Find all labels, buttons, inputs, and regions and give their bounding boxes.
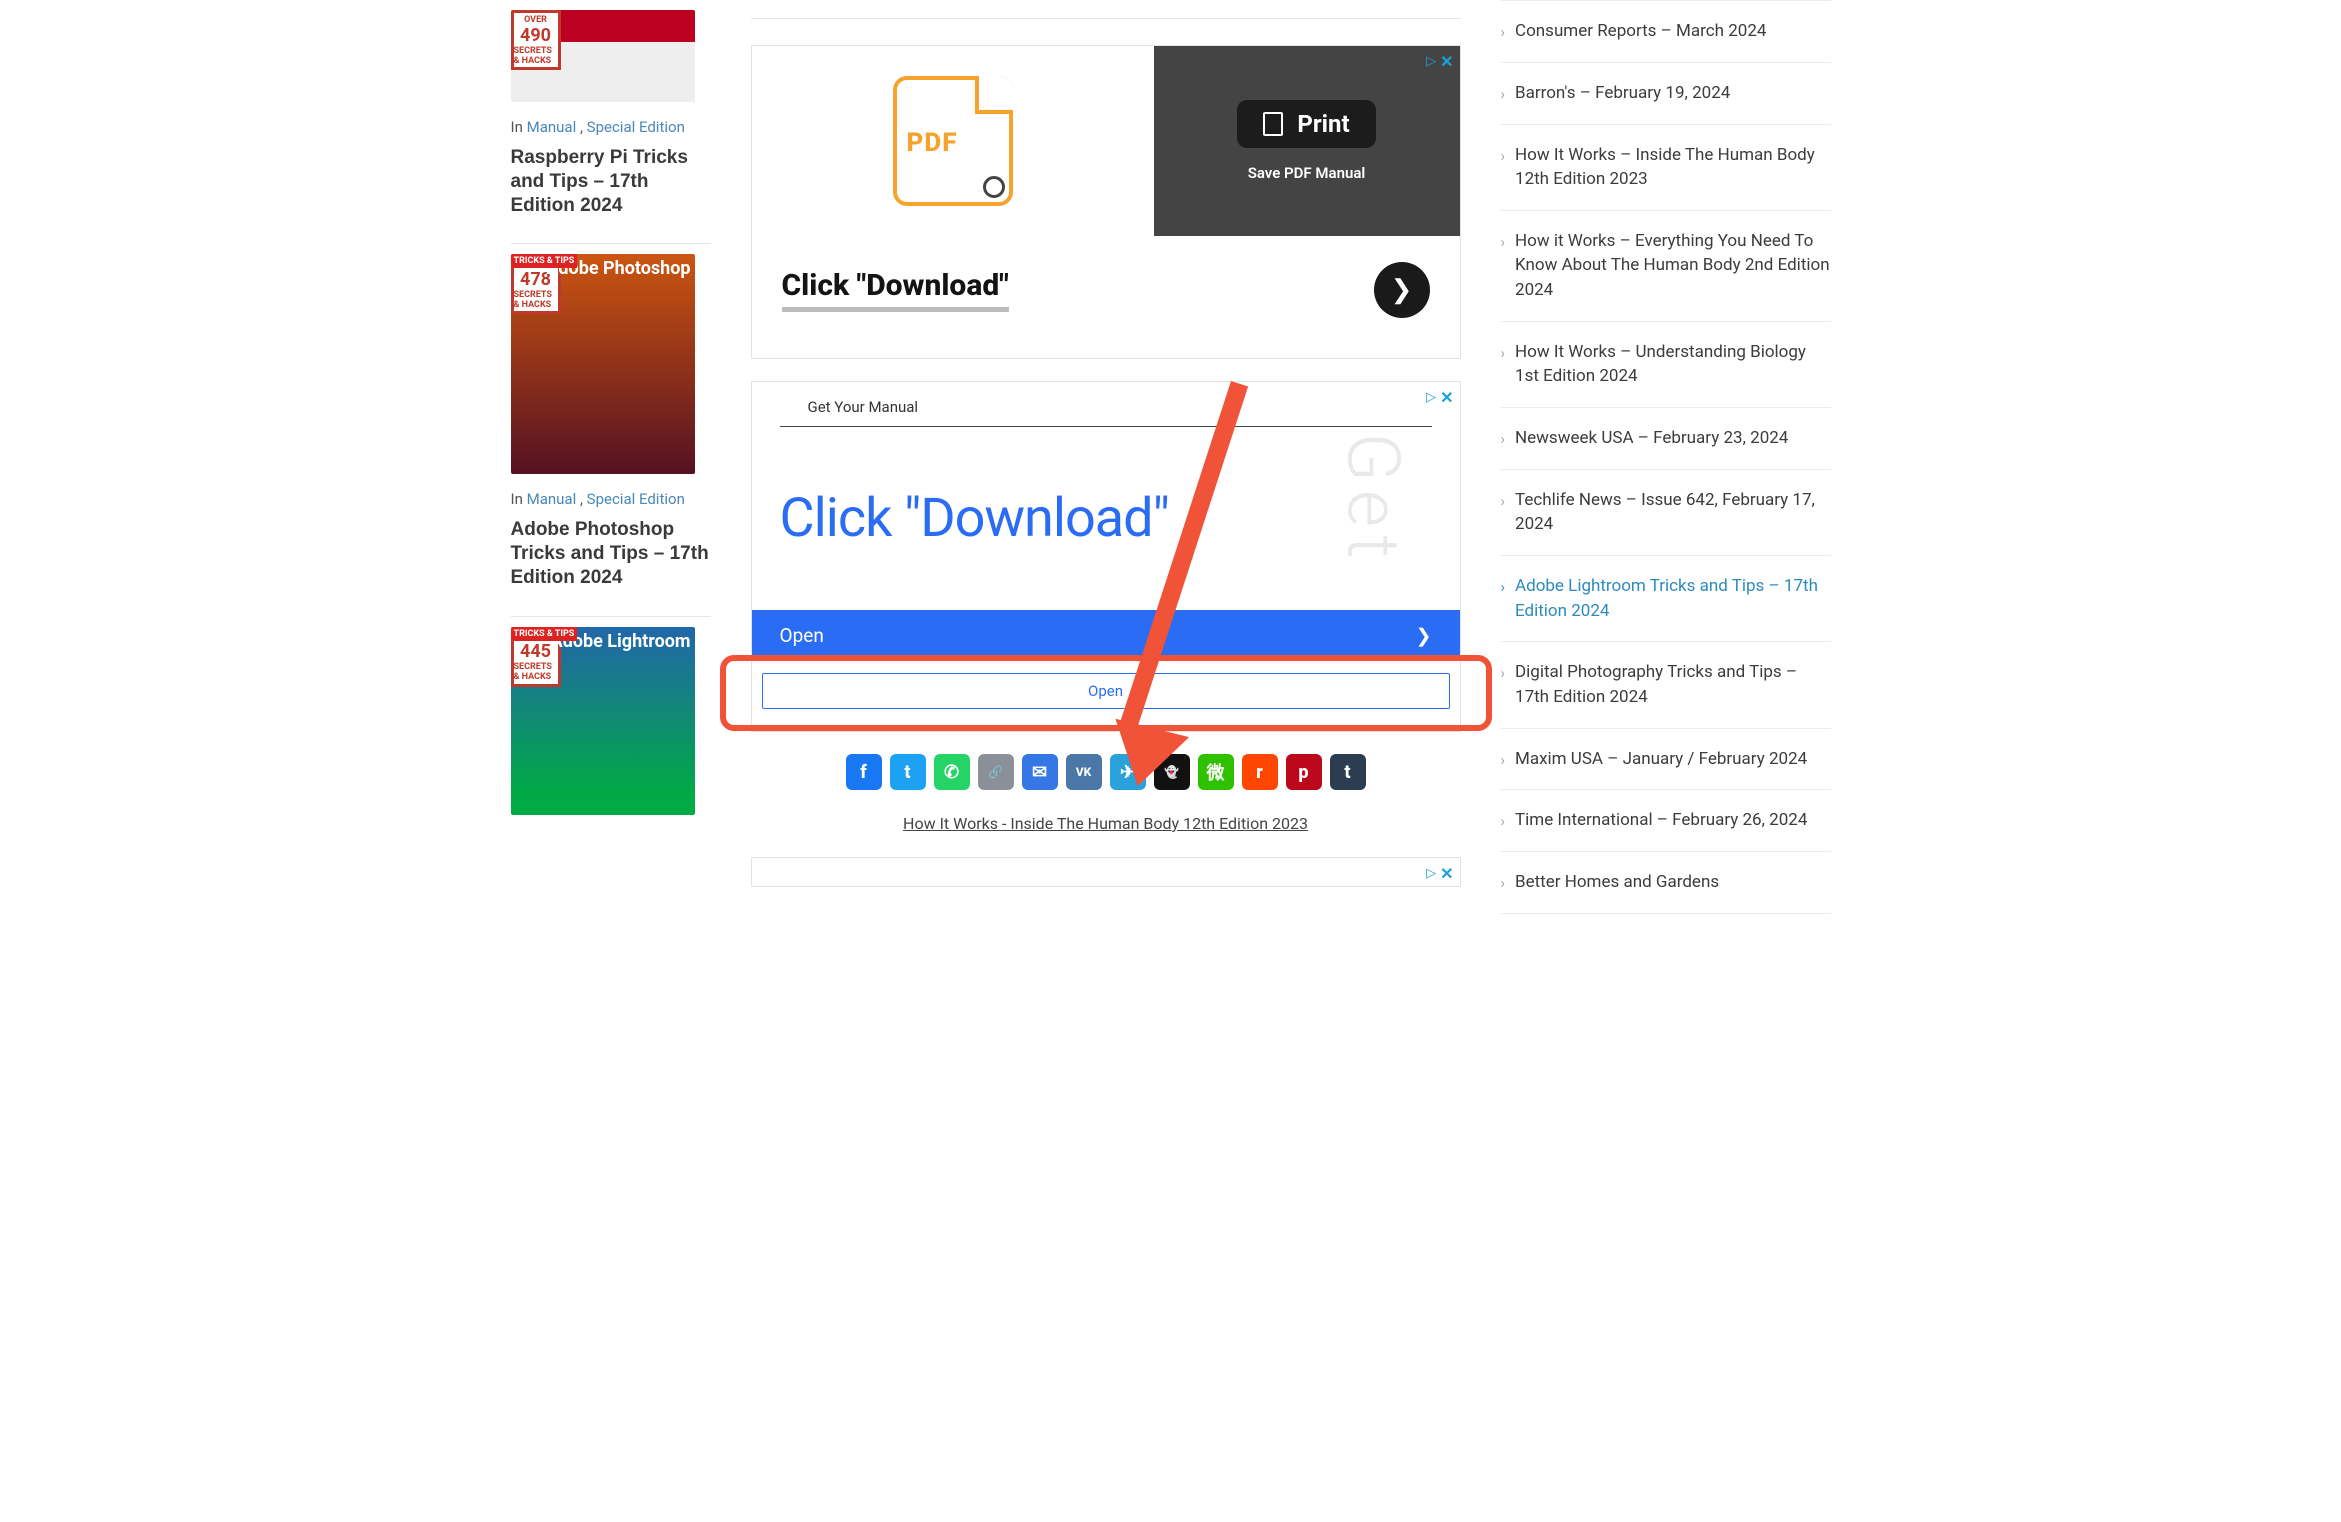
ad-big-text: Click "Download" — [780, 487, 1169, 550]
recent-post-item[interactable]: › Maxim USA – January / February 2024 — [1501, 729, 1831, 791]
recent-post-item[interactable]: › Consumer Reports – March 2024 — [1501, 0, 1831, 63]
print-button[interactable]: Print — [1237, 100, 1375, 148]
recent-post-label: Better Homes and Gardens — [1515, 870, 1830, 895]
related-card: OVER 490 SECRETS & HACKS In Manual , Spe… — [511, 10, 711, 244]
under-link[interactable]: How It Works - Inside The Human Body 12t… — [903, 814, 1308, 833]
snapchat-icon[interactable]: 👻 — [1154, 754, 1190, 790]
divider — [751, 18, 1461, 19]
right-sidebar: › Consumer Reports – March 2024 › Barron's … — [1501, 0, 1831, 914]
recent-post-label: Time International – February 26, 2024 — [1515, 808, 1830, 833]
chevron-right-icon: › — [1501, 491, 1506, 537]
refresh-icon — [983, 176, 1005, 198]
recent-posts-list: › Consumer Reports – March 2024 › Barron's … — [1501, 0, 1831, 914]
recent-post-label: How it Works – Everything You Need To Kn… — [1515, 229, 1830, 303]
magazine-thumb[interactable]: OVER 478 SECRETS & HACKS Adobe Photoshop… — [511, 254, 695, 474]
open-button[interactable]: Open — [762, 673, 1450, 709]
left-sidebar: OVER 490 SECRETS & HACKS In Manual , Spe… — [511, 0, 711, 914]
reddit-icon[interactable]: r — [1242, 754, 1278, 790]
secrets-badge: OVER 490 SECRETS & HACKS — [511, 10, 561, 70]
open-bar[interactable]: Open ❯ — [752, 610, 1460, 661]
chevron-right-icon: › — [1501, 84, 1506, 106]
twitter-icon[interactable]: t — [890, 754, 926, 790]
recent-post-item[interactable]: ›Techlife News – Issue 642, February 17,… — [1501, 470, 1831, 556]
messenger-icon[interactable]: ✉ — [1022, 754, 1058, 790]
ad-cta-text[interactable]: Click "Download" — [782, 268, 1009, 312]
related-card: OVER 445 SECRETS & HACKS Adobe Lightroom… — [511, 627, 711, 815]
chevron-right-icon: › — [1501, 873, 1506, 895]
whatsapp-icon[interactable]: ✆ — [934, 754, 970, 790]
vk-icon[interactable]: VK — [1066, 754, 1102, 790]
telegram-icon[interactable]: ✈ — [1110, 754, 1146, 790]
link-icon[interactable]: 🔗 — [978, 754, 1014, 790]
post-title-link[interactable]: Raspberry Pi Tricks and Tips – 17th Edit… — [511, 147, 688, 216]
highlighted-open-region: Open — [720, 655, 1492, 731]
close-ad-icon[interactable]: ✕ — [1440, 388, 1453, 407]
category-link-special[interactable]: Special Edition — [587, 118, 685, 136]
ad-unit-3: ▷ ✕ — [751, 857, 1461, 887]
close-ad-icon[interactable]: ✕ — [1440, 52, 1453, 71]
recent-post-label: Barron's – February 19, 2024 — [1515, 81, 1830, 106]
recent-post-item[interactable]: › Time International – February 26, 2024 — [1501, 790, 1831, 852]
facebook-icon[interactable]: f — [846, 754, 882, 790]
chevron-right-icon: › — [1501, 22, 1506, 44]
recent-post-item[interactable]: › Newsweek USA – February 23, 2024 — [1501, 408, 1831, 470]
recent-post-label: Newsweek USA – February 23, 2024 — [1515, 426, 1830, 451]
pinterest-icon[interactable]: p — [1286, 754, 1322, 790]
chevron-right-icon: › — [1501, 429, 1506, 451]
recent-post-item[interactable]: ›How It Works – Understanding Biology 1s… — [1501, 322, 1831, 408]
pdf-file-icon: PDF — [893, 76, 1013, 206]
ad-unit-2: ▷ ✕ Get Your Manual Get Click "Download"… — [751, 381, 1461, 732]
recent-post-label: Adobe Lightroom Tricks and Tips – 17th E… — [1515, 574, 1830, 623]
recent-post-item[interactable]: ›How it Works – Everything You Need To K… — [1501, 211, 1831, 322]
related-card: OVER 478 SECRETS & HACKS Adobe Photoshop… — [511, 254, 711, 616]
recent-post-item[interactable]: ›How It Works – Inside The Human Body 12… — [1501, 125, 1831, 211]
recent-post-label: How It Works – Understanding Biology 1st… — [1515, 340, 1830, 389]
post-meta: In Manual , Special Edition — [511, 118, 711, 136]
magazine-thumb[interactable]: OVER 445 SECRETS & HACKS Adobe Lightroom… — [511, 627, 695, 815]
tumblr-icon[interactable]: t — [1330, 754, 1366, 790]
magazine-thumb[interactable]: OVER 490 SECRETS & HACKS — [511, 10, 695, 102]
next-arrow-button[interactable]: ❯ — [1374, 262, 1430, 318]
recent-post-label: Digital Photography Tricks and Tips – 17… — [1515, 660, 1830, 709]
chevron-right-icon: › — [1501, 577, 1506, 623]
close-ad-icon[interactable]: ✕ — [1440, 864, 1453, 883]
wechat-icon[interactable]: 微 — [1198, 754, 1234, 790]
ad-header: Get Your Manual — [780, 382, 1432, 427]
ghost-text: Get — [1330, 433, 1415, 567]
category-link-manual[interactable]: Manual — [527, 118, 577, 136]
chevron-right-icon: › — [1501, 232, 1506, 303]
category-link-special[interactable]: Special Edition — [587, 490, 685, 508]
chevron-right-icon: › — [1501, 811, 1506, 833]
post-meta: In Manual , Special Edition — [511, 490, 711, 508]
main-content: ▷ ✕ PDF Print Save PDF Manual — [751, 0, 1461, 914]
adchoices-icon[interactable]: ▷ — [1426, 866, 1436, 881]
chevron-right-icon: › — [1501, 343, 1506, 389]
share-bar: ft✆🔗✉VK✈👻微rpt — [751, 754, 1461, 790]
recent-post-item[interactable]: › Better Homes and Gardens — [1501, 852, 1831, 914]
category-link-manual[interactable]: Manual — [527, 490, 577, 508]
tricks-tips-badge: TRICKS & TIPS — [511, 627, 578, 641]
ad-subtitle: Save PDF Manual — [1248, 164, 1366, 182]
chevron-right-icon: › — [1501, 750, 1506, 772]
recent-post-label: Consumer Reports – March 2024 — [1515, 19, 1830, 44]
recent-post-label: Techlife News – Issue 642, February 17, … — [1515, 488, 1830, 537]
adchoices-icon[interactable]: ▷ — [1426, 390, 1436, 405]
tricks-tips-badge: TRICKS & TIPS — [511, 254, 578, 268]
adchoices-icon[interactable]: ▷ — [1426, 54, 1436, 69]
chevron-right-icon: › — [1501, 663, 1506, 709]
chevron-right-icon: › — [1501, 146, 1506, 192]
chevron-right-icon: ❯ — [1416, 624, 1432, 647]
ad-unit-1: ▷ ✕ PDF Print Save PDF Manual — [751, 45, 1461, 359]
post-title: Adobe Photoshop Tricks and Tips – 17th E… — [511, 518, 711, 589]
post-title: Raspberry Pi Tricks and Tips – 17th Edit… — [511, 146, 711, 217]
document-icon — [1263, 112, 1283, 136]
related-link: How It Works - Inside The Human Body 12t… — [751, 814, 1461, 833]
recent-post-item[interactable]: ›Digital Photography Tricks and Tips – 1… — [1501, 642, 1831, 728]
recent-post-item[interactable]: › Barron's – February 19, 2024 — [1501, 63, 1831, 125]
post-title-link[interactable]: Adobe Photoshop Tricks and Tips – 17th E… — [511, 519, 709, 588]
recent-post-label: Maxim USA – January / February 2024 — [1515, 747, 1830, 772]
recent-post-label: How It Works – Inside The Human Body 12t… — [1515, 143, 1830, 192]
recent-post-item[interactable]: ›Adobe Lightroom Tricks and Tips – 17th … — [1501, 556, 1831, 642]
